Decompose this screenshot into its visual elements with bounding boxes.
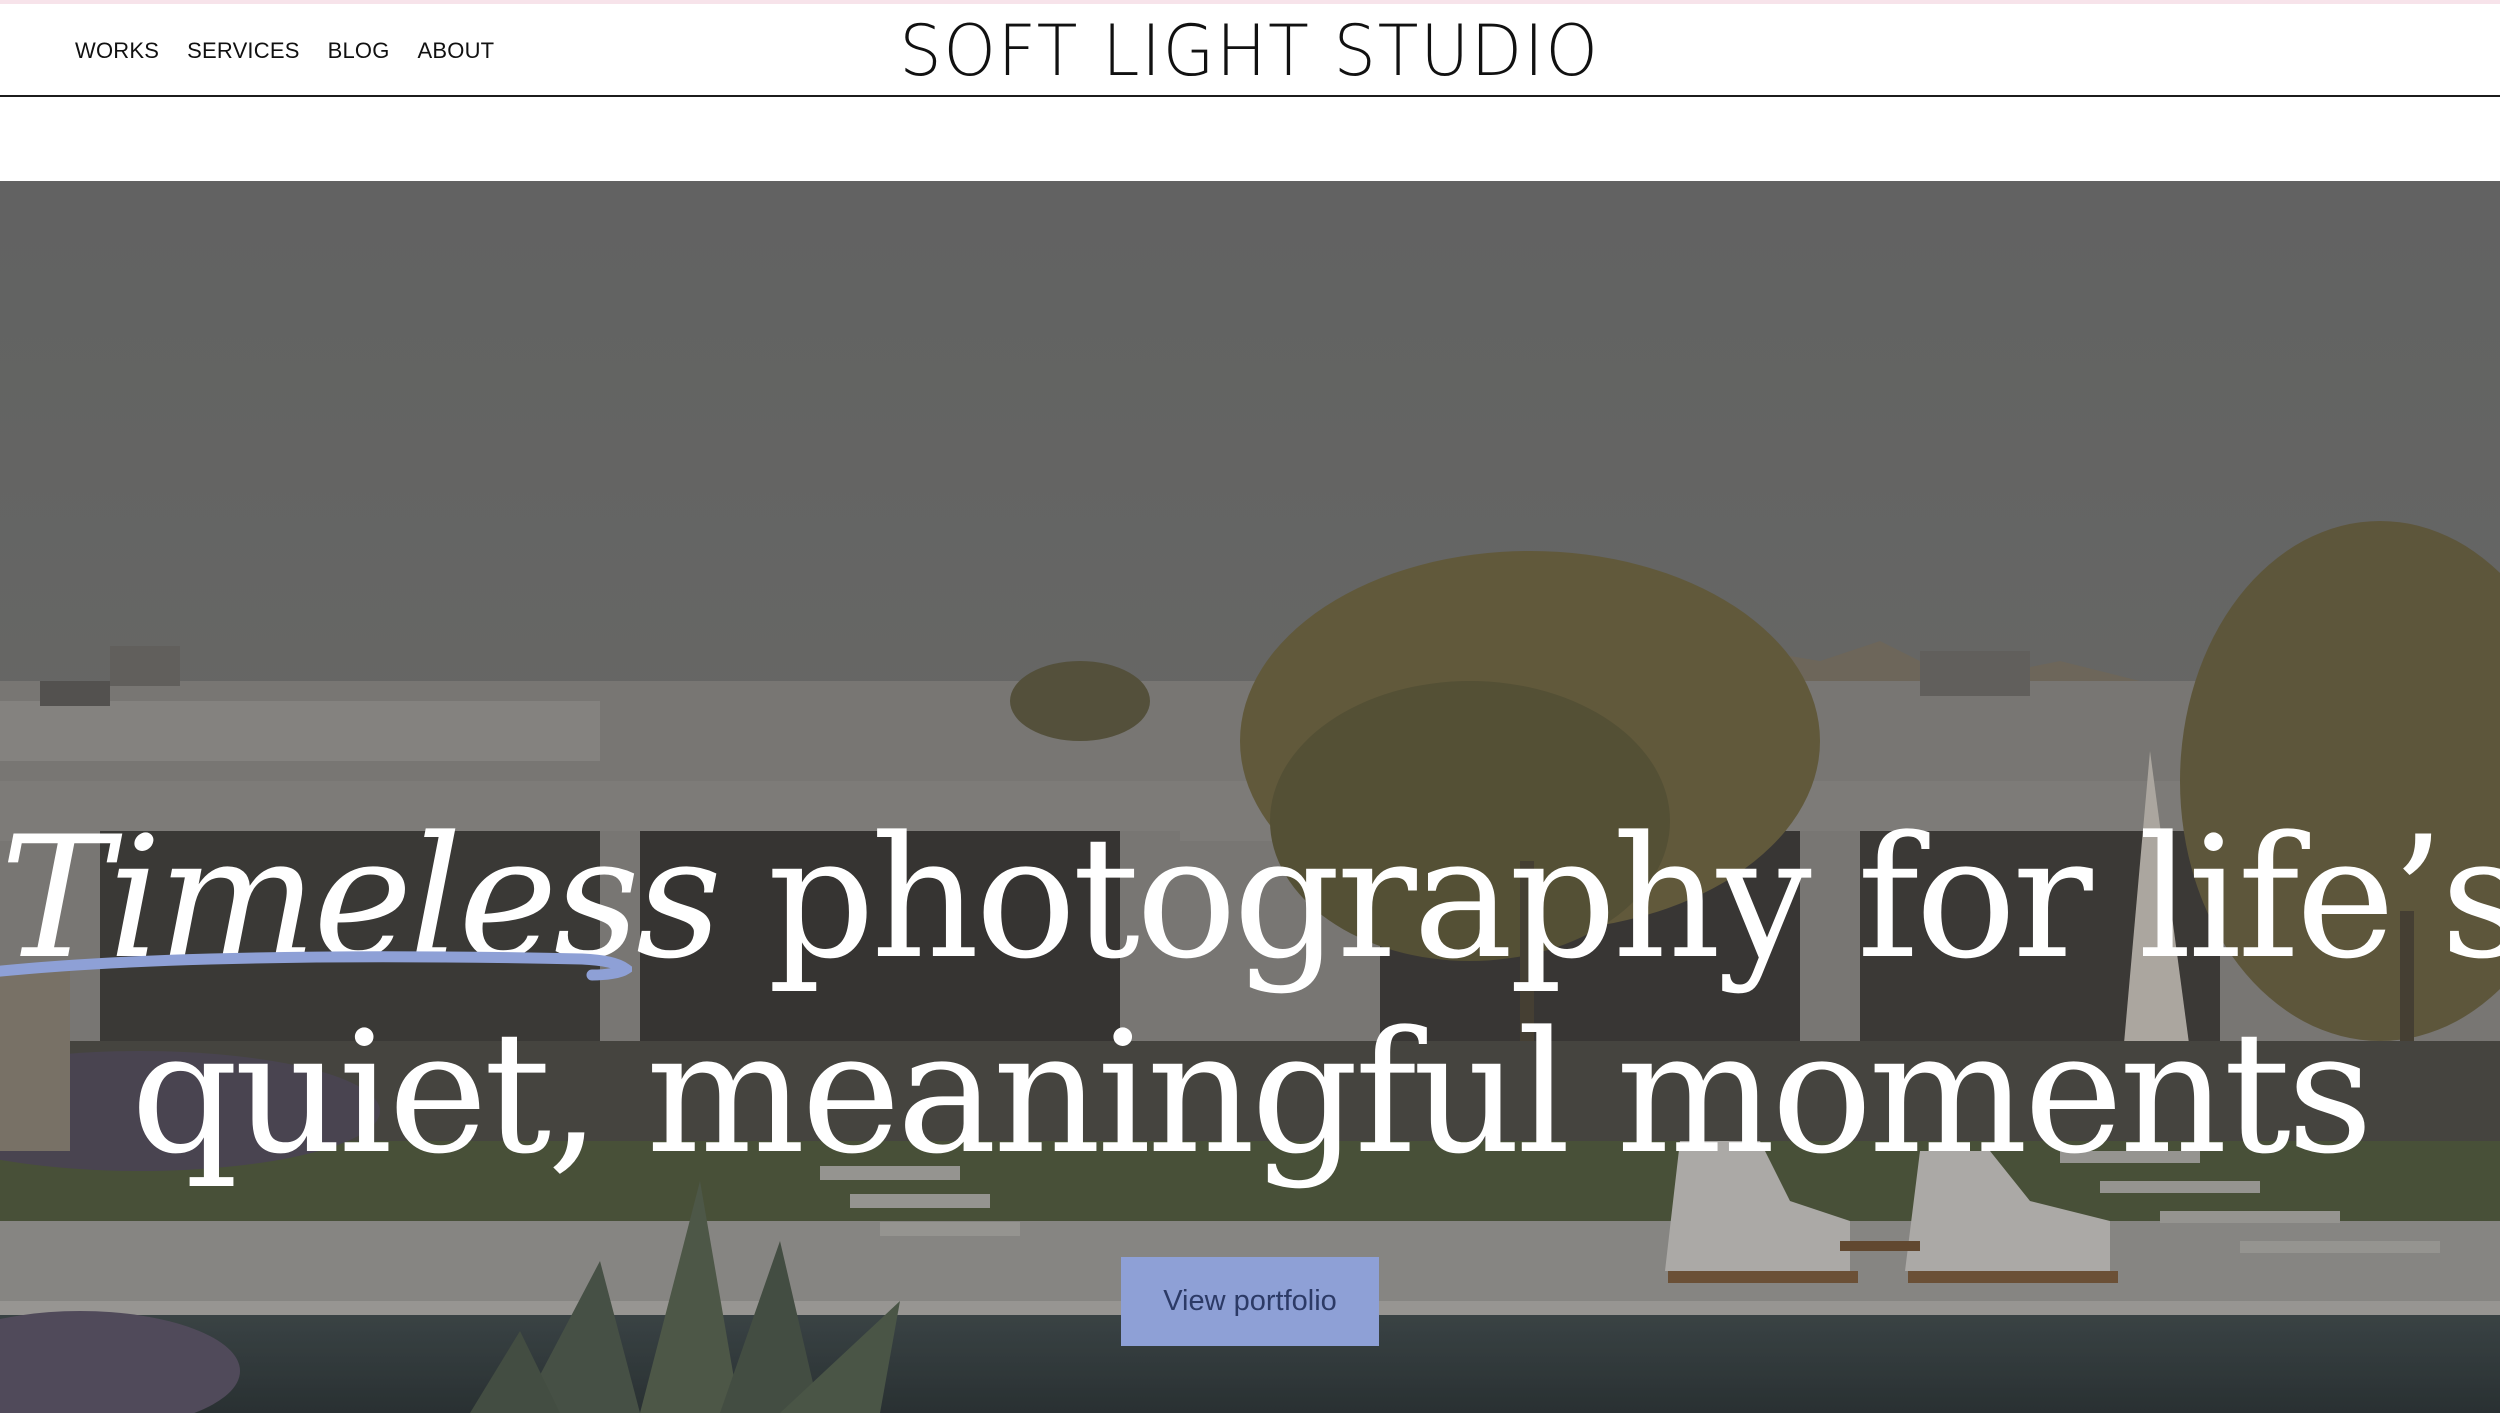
hero-headline-rest: photography for life’s: [767, 800, 2500, 996]
site-logo[interactable]: SOFT LIGHT STUDIO: [900, 16, 1600, 86]
nav-link-services[interactable]: SERVICES: [187, 38, 299, 64]
view-portfolio-button[interactable]: View portfolio: [1121, 1257, 1379, 1346]
nav-link-blog[interactable]: BLOG: [328, 38, 390, 64]
hero-headline: Timeless photography for life’s quiet, m…: [0, 801, 2500, 1191]
hero-section: Timeless photography for life’s quiet, m…: [0, 181, 2500, 1413]
hero-overlay: [0, 181, 2500, 1413]
nav-link-works[interactable]: WORKS: [75, 38, 159, 64]
hero-headline-emphasis: Timeless: [0, 801, 722, 996]
main-nav: WORKS SERVICES BLOG ABOUT: [75, 4, 494, 97]
site-header: WORKS SERVICES BLOG ABOUT SOFT LIGHT STU…: [0, 4, 2500, 97]
underline-swash-icon: [0, 951, 632, 981]
nav-link-about[interactable]: ABOUT: [418, 38, 495, 64]
hero-headline-line2: quiet, meaningful moments: [130, 995, 2373, 1191]
hero-headline-line1: Timeless photography for life’s: [0, 801, 2500, 996]
